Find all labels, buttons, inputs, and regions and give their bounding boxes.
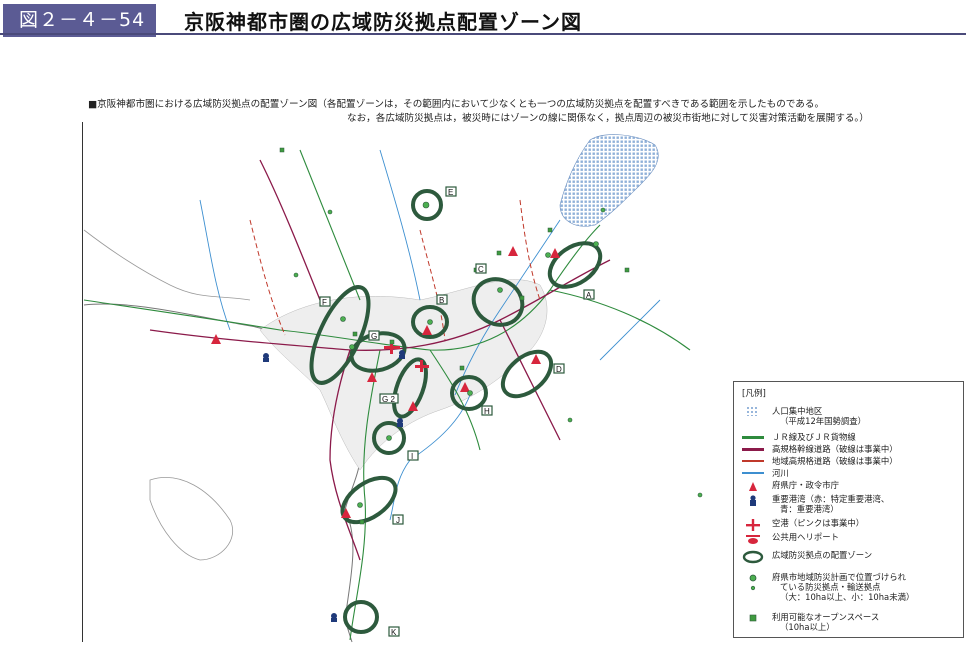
svg-text:E: E (448, 188, 453, 197)
svg-text:C: C (478, 265, 484, 274)
svg-text:I: I (411, 452, 413, 461)
zone-label-G2: G 2 (379, 393, 399, 404)
island-outline (149, 477, 233, 561)
base-icon (749, 574, 757, 591)
dense-area-icon (746, 406, 758, 416)
zone-label-H: H (481, 405, 493, 416)
legend-item-airport: 空港（ピンクは事業中） (738, 518, 962, 531)
jr-line-icon (742, 436, 764, 439)
river-icon (742, 472, 764, 474)
helicopter-icon (746, 535, 760, 544)
lake-biwa (559, 134, 659, 227)
svg-text:J: J (396, 516, 400, 525)
legend-item-heliport: 公共用ヘリポート (738, 532, 962, 544)
zone-label-I: I (407, 450, 419, 461)
zone-label-C: C (475, 263, 487, 274)
svg-text:F: F (322, 298, 327, 307)
legend-item-zone: 広域防災拠点の配置ゾーン (738, 550, 962, 566)
zone-label-E-north: E (445, 186, 457, 197)
svg-text:K: K (391, 628, 397, 637)
svg-text:D: D (556, 365, 562, 374)
zone-label-B: B (436, 294, 448, 305)
gov-office-icon (749, 482, 757, 491)
legend-title: [凡例] (742, 389, 766, 399)
legend-item-highway: 高規格幹線道路（破線は事業中） (738, 444, 962, 456)
legend-item-regional-road: 地域高規格道路（破線は事業中） (738, 456, 962, 468)
airplane-icon (746, 519, 760, 531)
map-legend: [凡例] 人口集中地区 （平成12年国勢調査） ＪＲ線及びＪＲ貨物線 高規格幹線道… (733, 381, 964, 638)
legend-item-base: 府県市地域防災計画で位置づけられ ている防災拠点・輸送拠点 （大：10ha以上、小：… (738, 572, 962, 604)
legend-item-gov-office: 府県庁・政令市庁 (738, 480, 962, 492)
coastline-west (83, 229, 251, 301)
svg-text:G 2: G 2 (382, 395, 395, 404)
svg-text:H: H (484, 407, 490, 416)
legend-item-jr-line: ＪＲ線及びＪＲ貨物線 (738, 432, 962, 444)
zone-label-J: J (392, 514, 404, 525)
zone-label-F: F (319, 296, 331, 307)
legend-item-port: 重要港湾（赤：特定重要港湾、 青：重要港湾） (738, 494, 962, 514)
zone-ellipse-icon (742, 550, 764, 564)
svg-text:A: A (586, 291, 592, 300)
legend-item-dense-area: 人口集中地区 （平成12年国勢調査） (738, 406, 962, 426)
legend-item-open-space: 利用可能なオープンスペース （10ha以上） (738, 612, 962, 634)
zone-label-A: A (583, 289, 595, 300)
svg-text:B: B (439, 296, 444, 305)
legend-item-river: 河川 (738, 468, 962, 480)
regional-road-icon (742, 460, 764, 462)
zone-label-G: G (368, 330, 380, 341)
zone-label-K: K (388, 626, 400, 637)
highway-icon (742, 448, 764, 451)
port-icon (750, 495, 756, 506)
open-space-icon (749, 614, 757, 622)
svg-text:G: G (371, 332, 377, 341)
zone-label-D: D (553, 363, 565, 374)
